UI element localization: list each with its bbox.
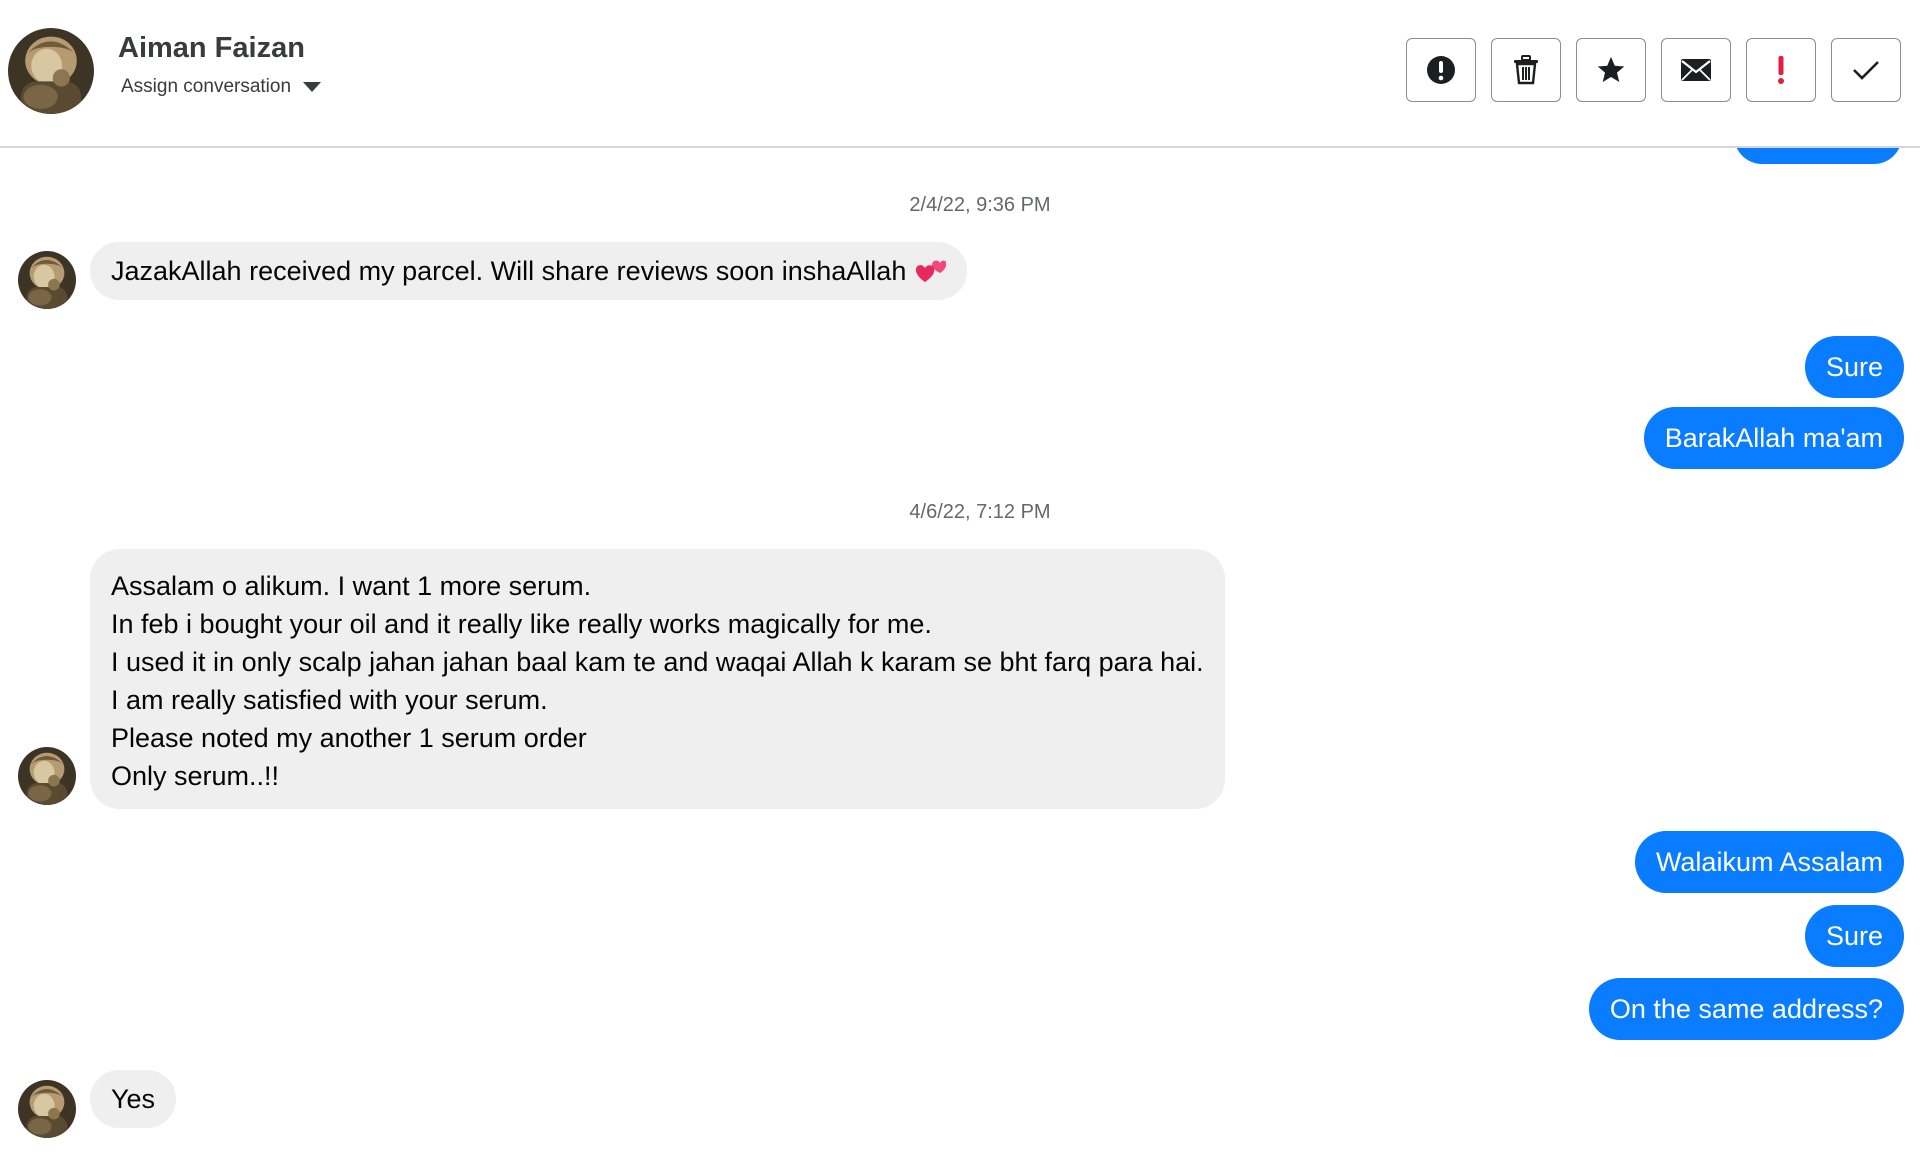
previous-outgoing-message <box>1734 148 1902 164</box>
incoming-message[interactable]: JazakAllah received my parcel. Will shar… <box>90 242 968 300</box>
outgoing-message[interactable]: BarakAllah ma'am <box>1643 407 1904 469</box>
mark-unread-button[interactable] <box>1661 38 1731 102</box>
message-text: Sure <box>1825 921 1883 951</box>
two-hearts-emoji <box>916 260 947 282</box>
message-text: On the same address? <box>1609 994 1883 1024</box>
star-icon <box>1597 56 1625 82</box>
message-line: Assalam o alikum. I want 1 more serum. <box>111 571 592 601</box>
outgoing-message[interactable]: Sure <box>1804 336 1904 398</box>
checkmark-icon <box>1853 61 1879 80</box>
sender-avatar <box>18 747 76 805</box>
outgoing-message[interactable]: Walaikum Assalam <box>1634 831 1904 893</box>
incoming-message[interactable]: Yes <box>90 1070 177 1128</box>
timestamp: 4/6/22, 7:12 PM <box>909 501 1051 523</box>
message-text: BarakAllah ma'am <box>1664 423 1883 453</box>
message-line: In feb i bought your oil and it really l… <box>111 609 932 639</box>
message-text: Yes <box>111 1084 156 1114</box>
conversation-header: Aiman Faizan Assign conversation <box>0 0 1920 148</box>
message-line: Only serum..!! <box>111 761 280 791</box>
red-exclamation-icon <box>1778 56 1784 84</box>
delete-button[interactable] <box>1491 38 1561 102</box>
star-button[interactable] <box>1576 38 1646 102</box>
toolbar-actions <box>1406 38 1901 102</box>
exclamation-circle-icon <box>1427 56 1455 84</box>
alert-button[interactable] <box>1406 38 1476 102</box>
spam-button[interactable] <box>1746 38 1816 102</box>
trash-icon <box>1514 55 1538 85</box>
outgoing-message[interactable]: On the same address? <box>1588 978 1904 1040</box>
caret-down-icon <box>303 82 322 92</box>
contact-name[interactable]: Aiman Faizan <box>118 32 305 65</box>
incoming-message[interactable]: Assalam o alikum. I want 1 more serum. In… <box>90 549 1225 809</box>
message-thread[interactable]: 2/4/22, 9:36 PM JazakAllah received my p… <box>0 148 1920 1168</box>
message-text: JazakAllah received my parcel. Will shar… <box>111 256 907 286</box>
sender-avatar <box>18 251 76 309</box>
contact-avatar[interactable] <box>8 28 94 114</box>
assign-conversation-dropdown[interactable]: Assign conversation <box>121 76 322 98</box>
sender-avatar <box>18 1080 76 1138</box>
message-text: Walaikum Assalam <box>1655 847 1883 877</box>
envelope-icon <box>1681 59 1711 81</box>
assign-conversation-label: Assign conversation <box>121 76 292 97</box>
message-line: I am really satisfied with your serum. <box>111 685 548 715</box>
timestamp: 2/4/22, 9:36 PM <box>909 194 1051 216</box>
outgoing-message[interactable]: Sure <box>1804 905 1904 967</box>
message-line: I used it in only scalp jahan jahan baal… <box>111 647 1204 677</box>
message-line: Please noted my another 1 serum order <box>111 723 587 753</box>
mark-done-button[interactable] <box>1831 38 1901 102</box>
message-text: Sure <box>1825 352 1883 382</box>
